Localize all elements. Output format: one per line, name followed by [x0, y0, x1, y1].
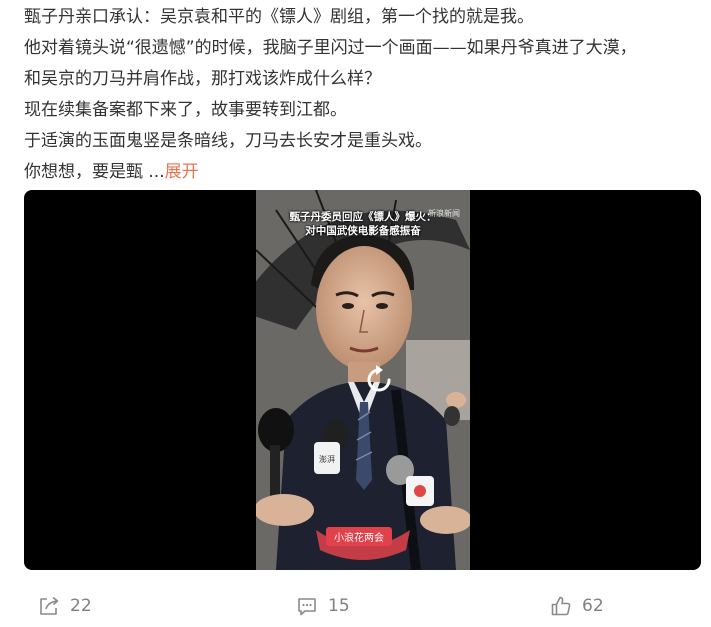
post-text-line: 现在续集备案都下来了，故事要转到江都。 [24, 100, 347, 120]
video-bottom-tag: 小浪花两会 [326, 527, 392, 546]
share-count: 22 [70, 596, 92, 616]
post-text-line: 他对着镜头说“很遗憾”的时候，我脑子里闪过一个画面——如果丹爷真进了大漠， [24, 38, 637, 58]
post-text-line: 和吴京的刀马并肩作战，那打戏该炸成什么样？ [24, 69, 381, 89]
post-text: 甄子丹亲口承认：吴京袁和平的《镖人》剧组，第一个找的就是我。 他对着镜头说“很遗… [24, 2, 704, 188]
video-caption-line: 对中国武侠电影备感振奋 [305, 225, 421, 237]
video-player[interactable]: 澎湃 甄子丹委员回应《镖人》爆火： 对中国武侠电影备感振奋 新浪新闻 小浪花两会 [24, 190, 701, 570]
comment-icon [298, 598, 316, 616]
video-watermark: 新浪新闻 [428, 209, 460, 218]
post-text-line: 甄子丹亲口承认：吴京袁和平的《镖人》剧组，第一个找的就是我。 [24, 7, 534, 27]
action-bar: 22 15 62 [0, 590, 711, 622]
comment-button[interactable]: 15 [296, 590, 350, 622]
expand-link[interactable]: 展开 [165, 162, 199, 182]
post-text-line: 于适演的玉面鬼竖是条暗线，刀马去长安才是重头戏。 [24, 131, 432, 151]
ellipsis: ... [143, 162, 165, 182]
like-count: 62 [582, 596, 604, 616]
weibo-post: 甄子丹亲口承认：吴京袁和平的《镖人》剧组，第一个找的就是我。 他对着镜头说“很遗… [0, 0, 711, 627]
mic-label: 澎湃 [319, 454, 335, 464]
replay-icon[interactable] [361, 362, 397, 398]
share-icon [40, 596, 59, 615]
like-button[interactable]: 62 [550, 590, 604, 622]
thumbs-up-icon [551, 596, 571, 616]
post-text-last-line: 你想想，要是甄 ...展开 [24, 157, 704, 188]
comment-count: 15 [328, 596, 350, 616]
post-text-truncated: 你想想，要是甄 [24, 162, 143, 182]
share-button[interactable]: 22 [38, 590, 92, 622]
